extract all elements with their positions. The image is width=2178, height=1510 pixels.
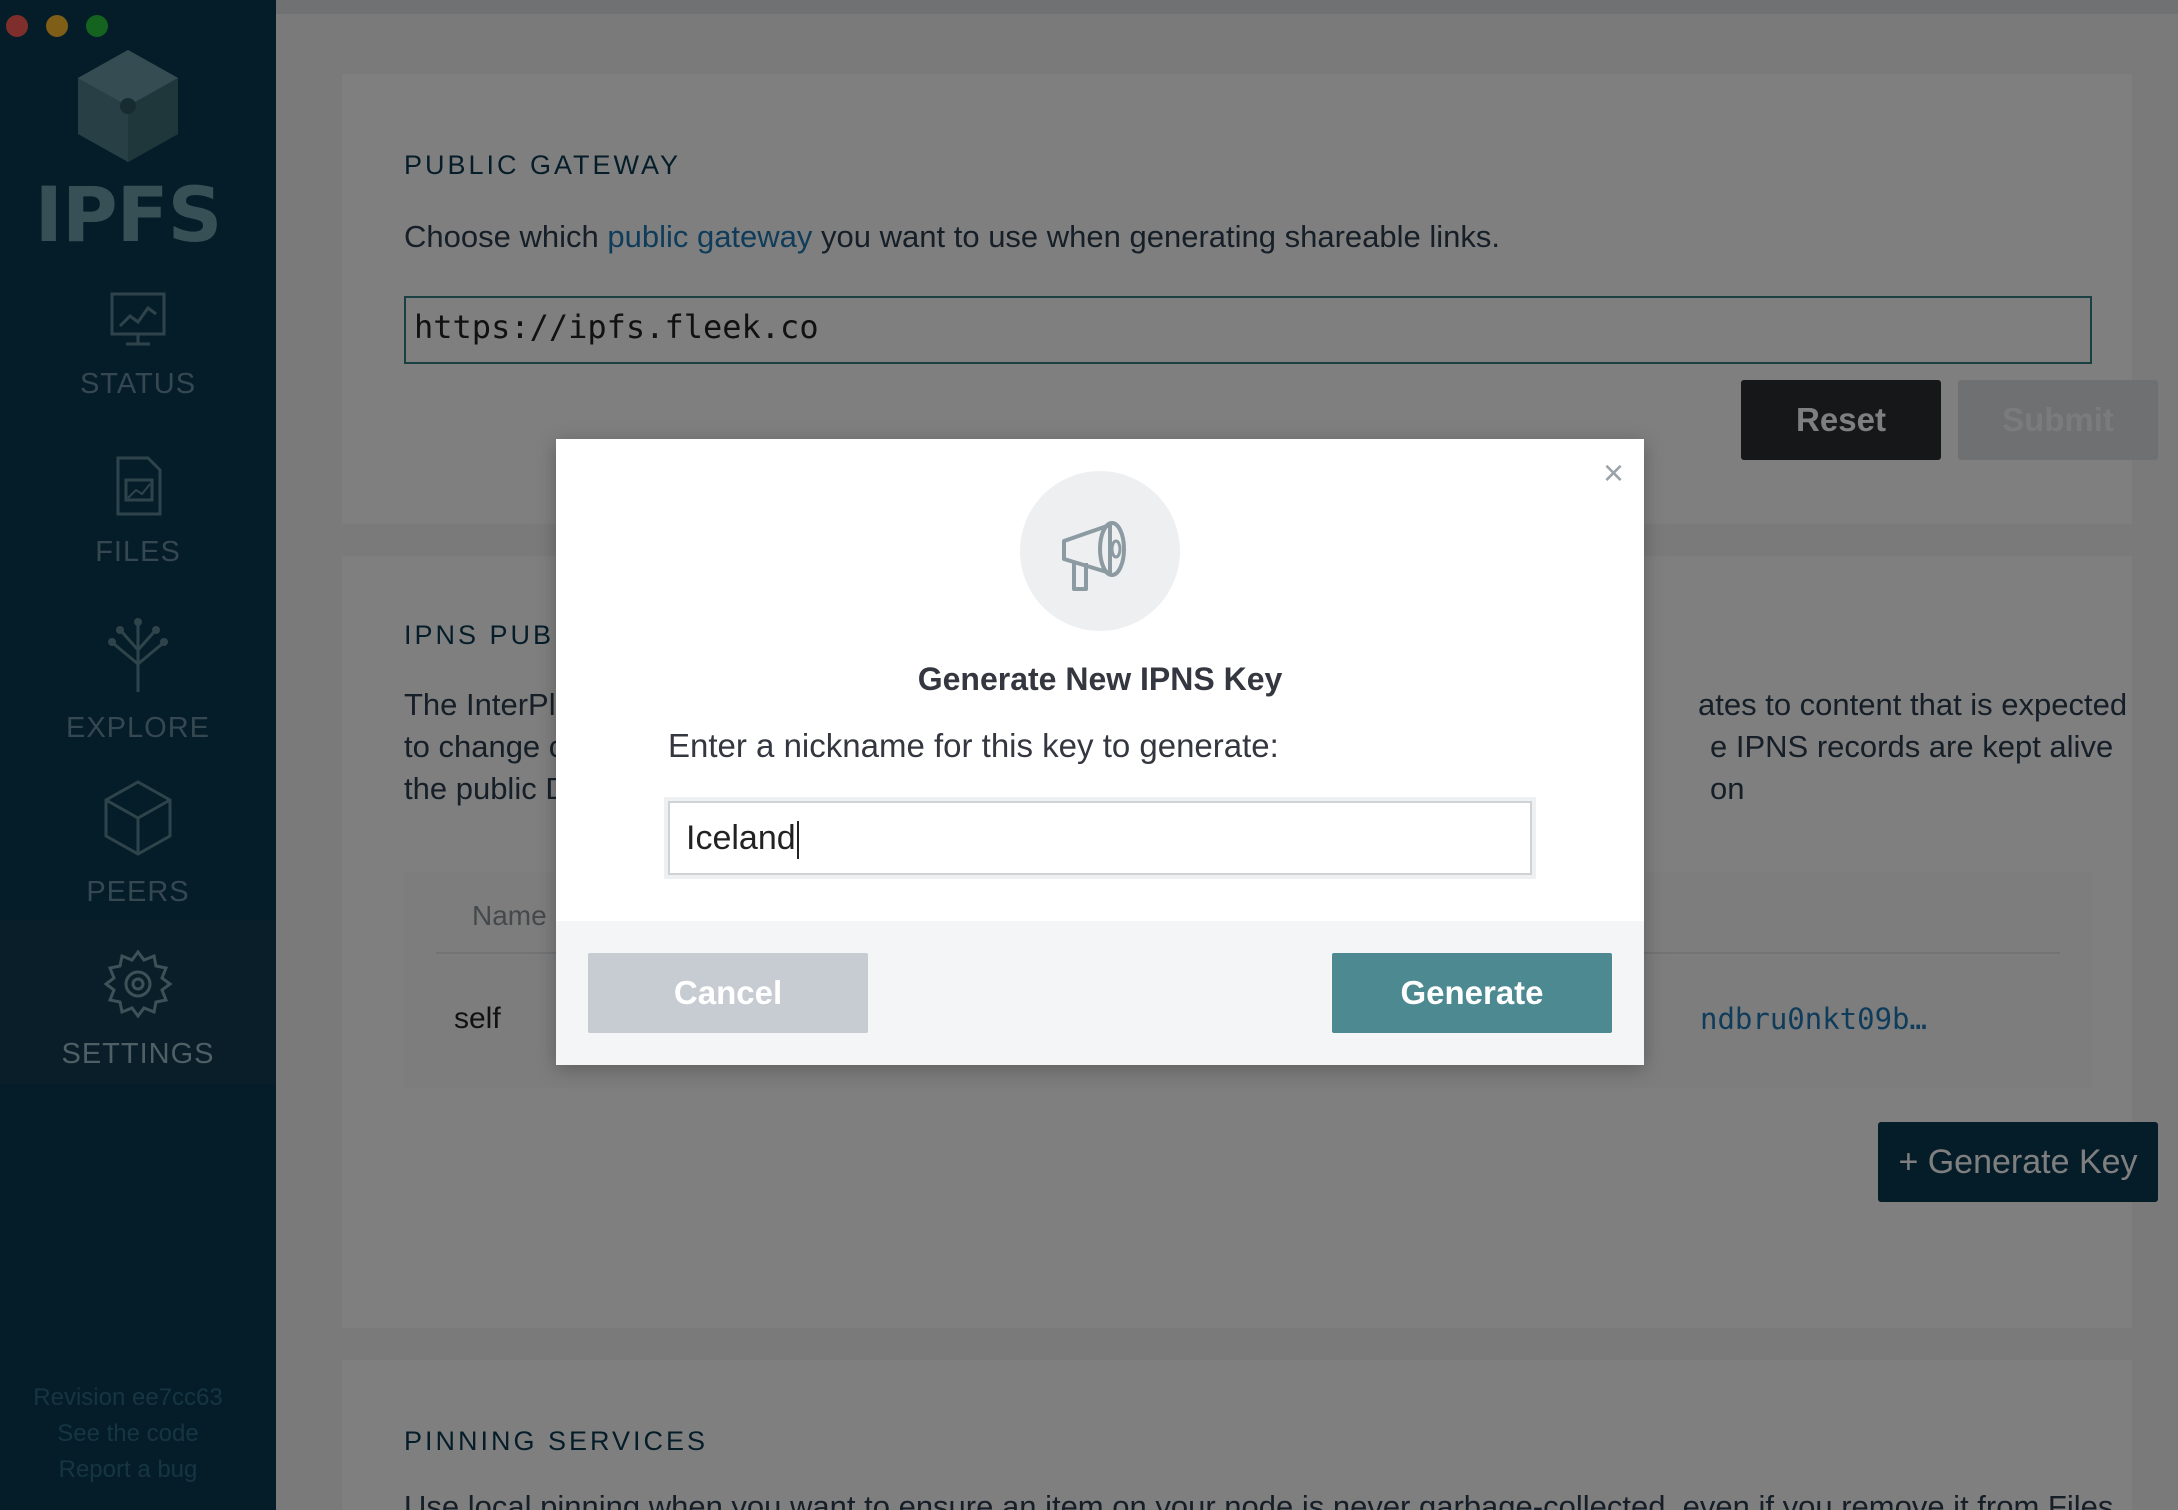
dialog-description: Enter a nickname for this key to generat… bbox=[668, 727, 1279, 764]
close-icon[interactable]: × bbox=[1603, 455, 1624, 491]
cancel-button[interactable]: Cancel bbox=[588, 953, 868, 1033]
text-caret bbox=[796, 821, 799, 860]
megaphone-icon-badge bbox=[1020, 471, 1180, 631]
dialog-footer: Cancel Generate bbox=[556, 921, 1644, 1065]
megaphone-icon bbox=[1062, 521, 1126, 591]
generate-button[interactable]: Generate bbox=[1332, 953, 1612, 1033]
key-nickname-value: Iceland bbox=[686, 819, 796, 857]
generate-key-dialog: × Generate New IPNS Key Enter a nickname… bbox=[556, 439, 1644, 1065]
dialog-title: Generate New IPNS Key bbox=[917, 661, 1283, 697]
key-nickname-input[interactable]: Iceland bbox=[668, 801, 1532, 875]
